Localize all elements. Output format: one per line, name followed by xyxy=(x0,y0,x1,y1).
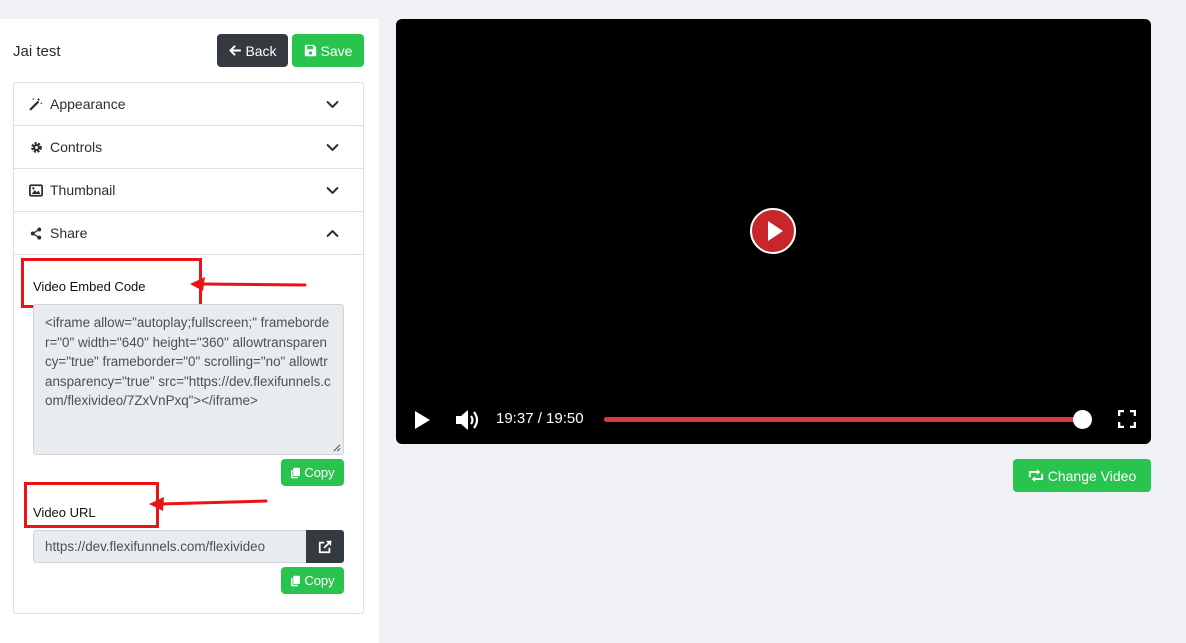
accordion-label-appearance: Appearance xyxy=(50,96,126,112)
annotation-box-embed xyxy=(21,258,202,308)
accordion-item-share[interactable]: Share xyxy=(14,212,363,255)
copy-icon xyxy=(291,575,301,586)
fullscreen-icon[interactable] xyxy=(1118,410,1136,428)
progress-thumb[interactable] xyxy=(1072,410,1092,429)
embed-code-text: <iframe allow="autoplay;fullscreen;" fra… xyxy=(45,315,331,408)
change-video-button[interactable]: Change Video xyxy=(1013,459,1151,492)
resize-grip-icon[interactable] xyxy=(332,443,341,452)
copy-icon xyxy=(291,467,301,478)
accordion-item-controls[interactable]: Controls xyxy=(14,126,363,169)
change-video-label: Change Video xyxy=(1047,467,1137,484)
annotation-box-url xyxy=(24,482,159,528)
video-player[interactable]: 19:37 / 19:50 xyxy=(396,19,1151,444)
progress-bar[interactable] xyxy=(604,410,1092,429)
play-icon[interactable] xyxy=(413,410,431,430)
retweet-icon xyxy=(1028,469,1043,482)
chevron-up-icon xyxy=(326,230,339,237)
volume-icon[interactable] xyxy=(455,408,481,432)
external-link-icon xyxy=(318,539,332,553)
copy-url-button[interactable]: Copy xyxy=(281,567,344,594)
embed-code-textarea[interactable]: <iframe allow="autoplay;fullscreen;" fra… xyxy=(33,304,344,455)
annotation-arrow-url xyxy=(149,497,268,511)
big-play-button[interactable] xyxy=(750,208,796,254)
play-icon xyxy=(768,221,783,241)
save-button-label: Save xyxy=(320,42,353,59)
accordion-label-thumbnail: Thumbnail xyxy=(50,182,116,198)
video-url-field[interactable]: https://dev.flexifunnels.com/flexivideo xyxy=(33,530,307,563)
accordion-label-share: Share xyxy=(50,225,88,241)
copy-embed-button[interactable]: Copy xyxy=(281,459,344,486)
magic-wand-icon xyxy=(29,97,43,111)
floppy-disk-icon xyxy=(304,44,316,57)
video-title: Jai test xyxy=(13,43,61,60)
accordion-label-controls: Controls xyxy=(50,139,103,155)
chevron-down-icon xyxy=(326,144,339,151)
time-display: 19:37 / 19:50 xyxy=(496,410,584,427)
video-url-value: https://dev.flexifunnels.com/flexivideo xyxy=(45,539,266,554)
copy-embed-label: Copy xyxy=(304,465,335,480)
back-button-label: Back xyxy=(245,42,277,59)
open-url-button[interactable] xyxy=(306,530,344,563)
arrow-left-icon xyxy=(229,45,242,56)
accordion-item-thumbnail[interactable]: Thumbnail xyxy=(14,169,363,212)
back-button[interactable]: Back xyxy=(217,34,288,67)
chevron-down-icon xyxy=(326,101,339,108)
chevron-down-icon xyxy=(326,187,339,194)
gear-icon xyxy=(29,140,43,154)
share-icon xyxy=(29,226,43,240)
image-icon xyxy=(29,183,43,197)
copy-url-label: Copy xyxy=(304,573,335,588)
accordion-item-appearance[interactable]: Appearance xyxy=(14,83,363,126)
save-button[interactable]: Save xyxy=(292,34,364,67)
annotation-arrow-embed xyxy=(190,277,307,291)
